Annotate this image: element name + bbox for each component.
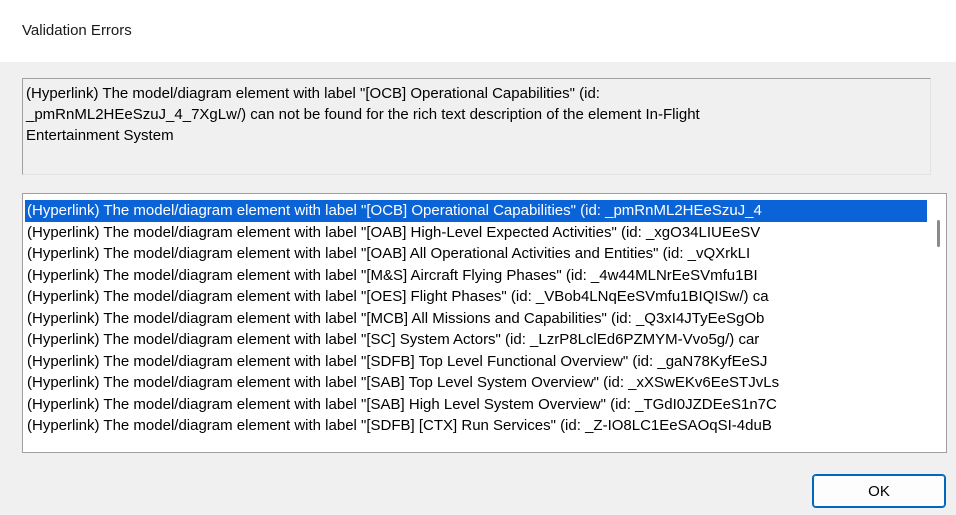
- validation-errors-dialog: Validation Errors (Hyperlink) The model/…: [0, 0, 956, 515]
- window-title: Validation Errors: [22, 22, 132, 39]
- error-list-items: (Hyperlink) The model/diagram element wi…: [25, 200, 927, 437]
- error-list[interactable]: (Hyperlink) The model/diagram element wi…: [22, 193, 947, 453]
- error-list-item[interactable]: (Hyperlink) The model/diagram element wi…: [25, 415, 927, 437]
- error-list-item[interactable]: (Hyperlink) The model/diagram element wi…: [25, 394, 927, 416]
- scrollbar-thumb[interactable]: [937, 220, 940, 247]
- error-list-item[interactable]: (Hyperlink) The model/diagram element wi…: [25, 222, 927, 244]
- error-list-item[interactable]: (Hyperlink) The model/diagram element wi…: [25, 308, 927, 330]
- error-list-item[interactable]: (Hyperlink) The model/diagram element wi…: [25, 265, 927, 287]
- error-list-item[interactable]: (Hyperlink) The model/diagram element wi…: [25, 329, 927, 351]
- error-list-item[interactable]: (Hyperlink) The model/diagram element wi…: [25, 200, 927, 222]
- error-list-item[interactable]: (Hyperlink) The model/diagram element wi…: [25, 372, 927, 394]
- error-list-item[interactable]: (Hyperlink) The model/diagram element wi…: [25, 351, 927, 373]
- error-list-item[interactable]: (Hyperlink) The model/diagram element wi…: [25, 286, 927, 308]
- error-detail-text[interactable]: (Hyperlink) The model/diagram element wi…: [22, 78, 931, 175]
- ok-button[interactable]: OK: [812, 474, 946, 508]
- error-list-item[interactable]: (Hyperlink) The model/diagram element wi…: [25, 243, 927, 265]
- vertical-scrollbar[interactable]: [929, 194, 946, 452]
- title-bar[interactable]: Validation Errors: [0, 0, 956, 62]
